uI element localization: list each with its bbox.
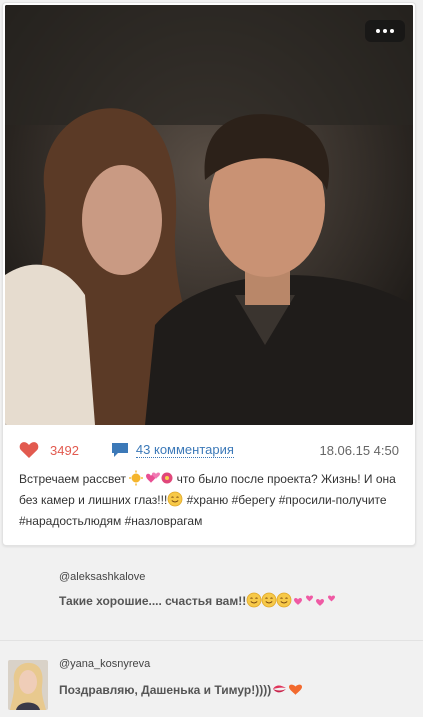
heart-icon	[19, 442, 39, 458]
smiles-hearts-emoji-icon	[246, 592, 336, 608]
comment-text: Поздравляю, Дашенька и Тимур!))))	[59, 681, 305, 697]
caption-text-1: Встречаем рассвет	[19, 472, 130, 486]
post-stats: 3492 43 комментария 18.06.15 4:50	[19, 439, 399, 461]
avatar[interactable]	[8, 660, 48, 710]
post-photo[interactable]	[5, 5, 413, 425]
selfie-photo-illustration	[5, 5, 413, 425]
comment-text-body: Поздравляю, Дашенька и Тимур!))))	[59, 683, 272, 697]
comment-item: @yana_kosnyreva Поздравляю, Дашенька и Т…	[0, 650, 423, 717]
like-button[interactable]: 3492	[19, 441, 79, 459]
comment-author[interactable]: @aleksashkalove	[59, 571, 145, 583]
comments-link[interactable]: 43 комментария	[111, 442, 234, 458]
like-count: 3492	[50, 442, 79, 458]
comments-link-label: 43 комментария	[135, 442, 234, 458]
post-date: 18.06.15 4:50	[319, 442, 399, 458]
sun-hearts-flower-emoji-icon	[129, 470, 173, 486]
comment-text: Такие хорошие.... счастья вам!!	[59, 592, 346, 608]
comment-item: @aleksashkalove Такие хорошие.... счасть…	[0, 562, 423, 641]
post-card: 3492 43 комментария 18.06.15 4:50 Встреч…	[2, 2, 416, 546]
comment-author[interactable]: @yana_kosnyreva	[59, 658, 150, 670]
comment-text-body: Такие хорошие.... счастья вам!!	[59, 594, 247, 608]
post-caption: Встречаем рассвет что было после проекта…	[19, 469, 403, 532]
more-dots-icon	[376, 29, 380, 33]
smiling-face-emoji-icon	[167, 491, 183, 507]
speech-bubble-icon	[111, 443, 128, 457]
more-options-button[interactable]	[365, 20, 405, 42]
kiss-heart-emoji-icon	[273, 684, 303, 695]
user-avatar-image	[8, 660, 48, 710]
